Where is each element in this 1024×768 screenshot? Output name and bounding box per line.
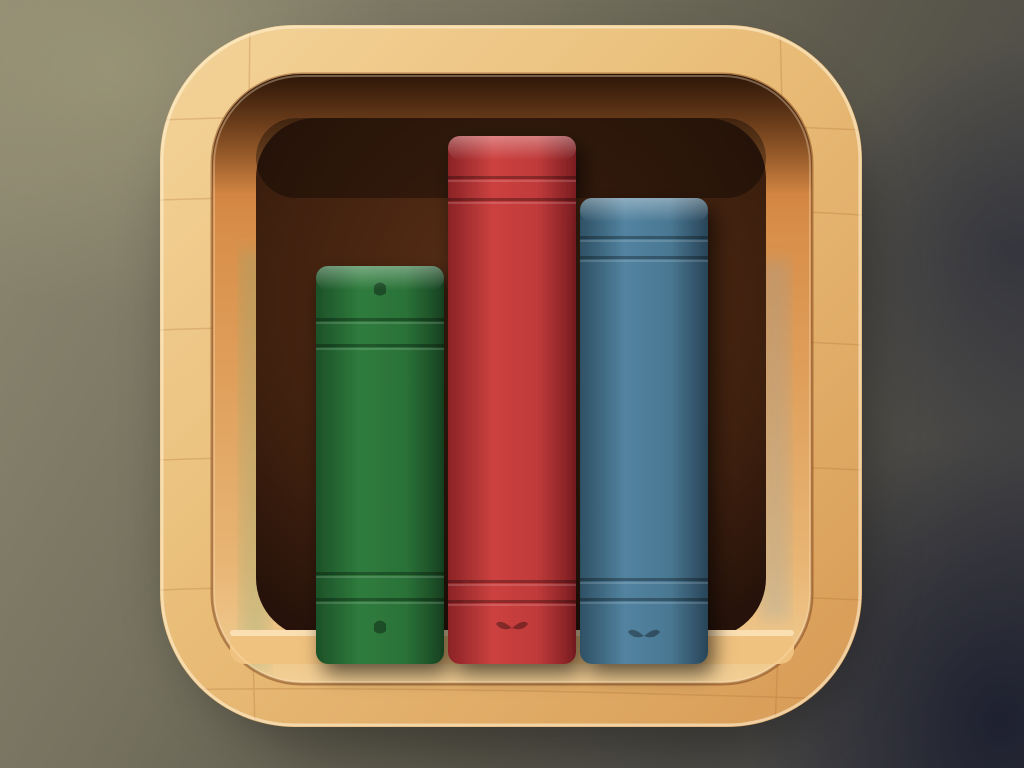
- bookshelf-app-icon: [160, 25, 862, 727]
- red-book: [448, 136, 576, 664]
- blue-book: [580, 198, 708, 664]
- green-book: [316, 266, 444, 664]
- shield-emblem-icon: [374, 620, 386, 634]
- app-icon-scene: [0, 0, 1024, 768]
- shield-emblem-icon: [374, 282, 386, 296]
